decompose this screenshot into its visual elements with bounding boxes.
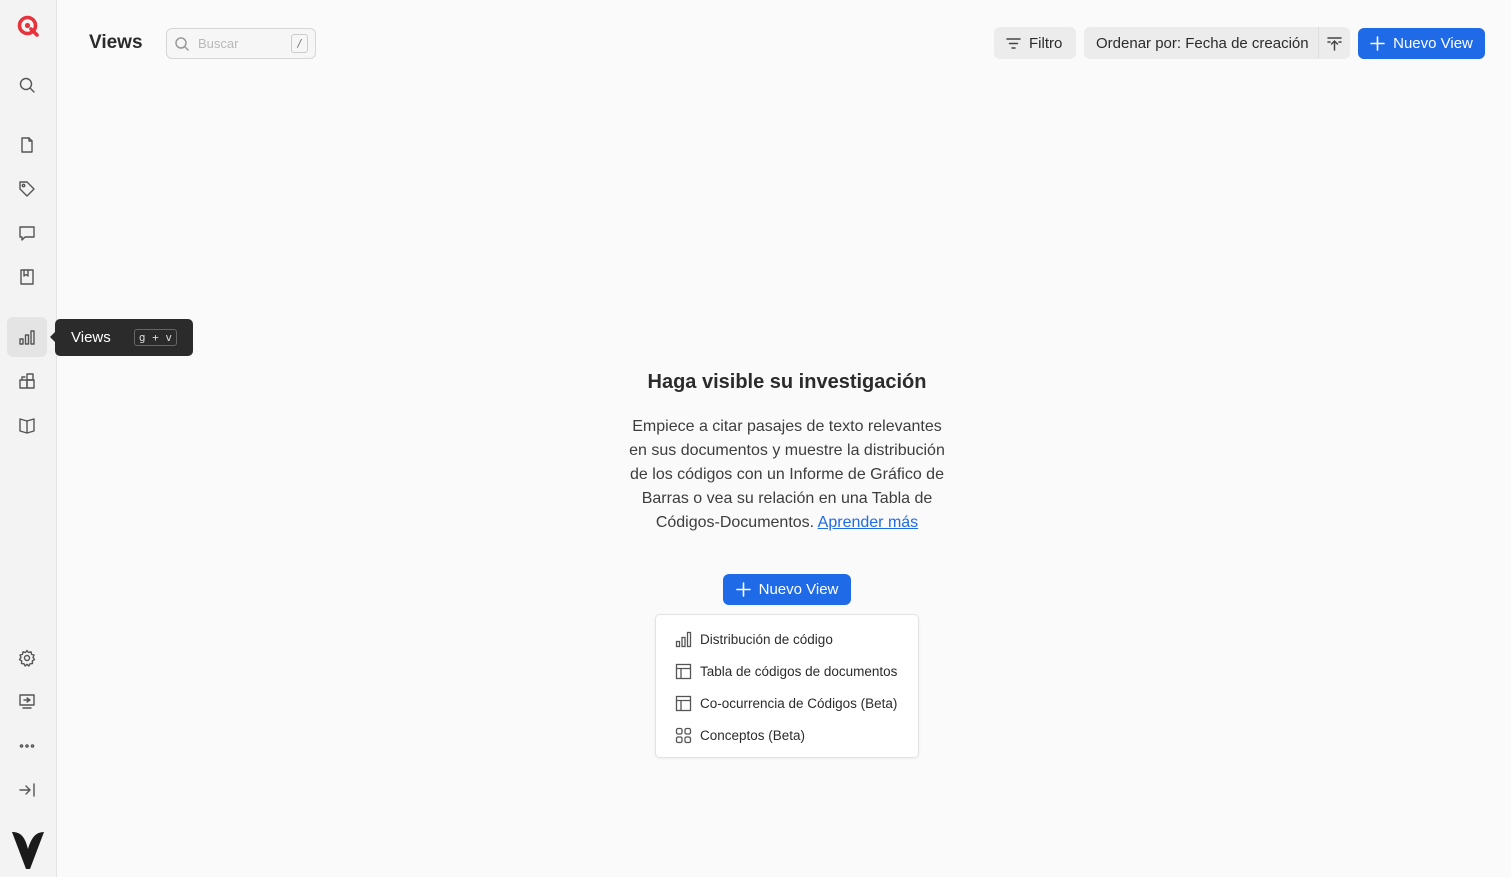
new-view-label: Nuevo View	[758, 581, 839, 598]
filter-label: Filtro	[1029, 34, 1063, 52]
bar-chart-icon	[19, 330, 35, 345]
sidebar-item-views[interactable]	[7, 317, 47, 357]
search-icon	[175, 36, 190, 51]
sidebar-item-feedback[interactable]	[7, 681, 47, 721]
plus-icon	[1370, 36, 1385, 51]
sidebar	[0, 0, 57, 877]
menu-item-code-distribution[interactable]: Distribución de código	[656, 623, 918, 655]
table-icon	[675, 663, 692, 679]
sort-button[interactable]: Ordenar por: Fecha de creación	[1084, 27, 1318, 59]
tag-icon	[19, 181, 35, 197]
menu-item-code-document-table[interactable]: Tabla de códigos de documentos	[656, 655, 918, 687]
book-icon	[19, 418, 35, 434]
empty-state-title: Haga visible su investigación	[647, 371, 927, 393]
new-view-dropdown-button[interactable]: Nuevo View	[723, 574, 851, 605]
page-title: Views	[89, 32, 143, 53]
memo-icon	[20, 269, 34, 285]
app-logo-icon[interactable]	[16, 14, 40, 38]
tooltip-shortcut: g + v	[133, 329, 177, 346]
puzzle-icon	[19, 373, 35, 389]
table-icon	[675, 695, 692, 711]
feedback-icon	[19, 694, 35, 709]
sidebar-item-search[interactable]	[7, 65, 47, 105]
sort-label: Ordenar por: Fecha de creación	[1096, 34, 1309, 52]
document-icon	[21, 137, 33, 153]
search-icon	[19, 77, 35, 93]
sidebar-tooltip: Views g + v	[50, 319, 193, 356]
menu-item-label: Conceptos (Beta)	[700, 727, 806, 743]
learn-more-link[interactable]: Aprender más	[818, 514, 919, 531]
sidebar-item-expand[interactable]	[7, 770, 47, 810]
sort-direction-button[interactable]	[1318, 27, 1350, 59]
new-view-menu: Distribución de código Tabla de códigos …	[655, 614, 919, 758]
tooltip-label: Views	[71, 329, 111, 346]
sidebar-item-comments[interactable]	[7, 213, 47, 253]
sidebar-item-library[interactable]	[7, 405, 47, 445]
sidebar-item-memos[interactable]	[7, 257, 47, 297]
new-view-button[interactable]: Nuevo View	[1358, 28, 1485, 59]
sort-ascending-icon	[1327, 36, 1342, 51]
menu-item-code-cooccurrence[interactable]: Co-ocurrencia de Códigos (Beta)	[656, 687, 918, 719]
expand-sidebar-icon	[19, 783, 35, 797]
sidebar-item-integrations[interactable]	[7, 361, 47, 401]
sidebar-item-codes[interactable]	[7, 169, 47, 209]
filter-icon	[1006, 37, 1021, 49]
menu-item-label: Co-ocurrencia de Códigos (Beta)	[700, 695, 898, 711]
search-box[interactable]: /	[166, 28, 316, 59]
comment-icon	[19, 226, 35, 241]
empty-state-description: Empiece a citar pasajes de texto relevan…	[627, 415, 947, 535]
grid-icon	[675, 727, 692, 743]
brand-v-logo-icon	[12, 832, 44, 869]
new-view-label: Nuevo View	[1393, 35, 1473, 52]
menu-item-label: Distribución de código	[700, 631, 833, 647]
menu-item-concepts[interactable]: Conceptos (Beta)	[656, 719, 918, 751]
search-shortcut: /	[291, 34, 308, 53]
sidebar-item-documents[interactable]	[7, 125, 47, 165]
gear-icon	[18, 649, 36, 667]
bar-chart-icon	[675, 631, 692, 647]
search-input[interactable]	[198, 36, 288, 51]
plus-icon	[735, 582, 751, 597]
sidebar-item-more[interactable]	[7, 726, 47, 766]
filter-button[interactable]: Filtro	[994, 27, 1076, 59]
sidebar-item-settings[interactable]	[7, 638, 47, 678]
menu-item-label: Tabla de códigos de documentos	[700, 663, 898, 679]
more-icon	[19, 744, 35, 748]
